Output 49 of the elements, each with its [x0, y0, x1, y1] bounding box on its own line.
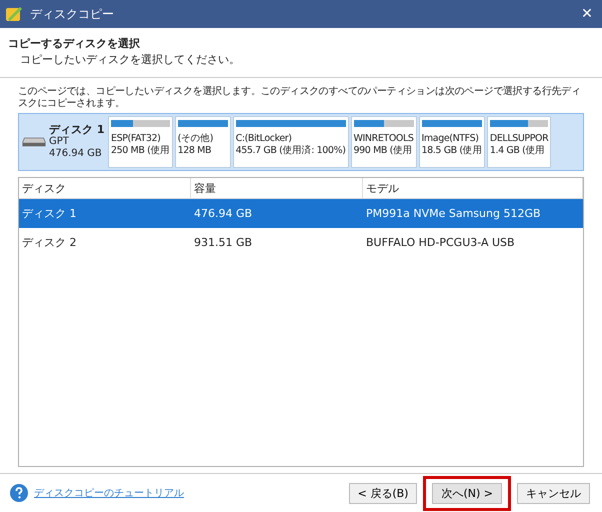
usage-bar [354, 120, 414, 127]
window-title: ディスクコピー [30, 6, 115, 22]
tutorial-link[interactable]: ディスクコピーのチュートリアル [34, 486, 184, 500]
partition-label: C:(BitLocker) [236, 133, 293, 145]
partition-label: ESP(FAT32) [111, 133, 162, 145]
table-cell-text: 931.51 GB [193, 236, 254, 249]
partition-block[interactable]: WINRETOOLS 990 MB (使用 [350, 116, 417, 168]
table-cell-text: PM991a NVMe Samsung 512GB [365, 207, 542, 220]
usage-bar [422, 120, 482, 127]
table-row[interactable]: ディスク 2 931.51 GB BUFFALO HD-PCGU3-A USB [19, 228, 583, 257]
partition-usage: 455.7 GB (使用済: 100%) [236, 145, 346, 157]
partition-label: Image(NTFS) [422, 133, 480, 145]
table-cell-text: 476.94 GB [193, 207, 254, 220]
description-text: このページでは、コピーしたいディスクを選択します。このディスクのすべてのパーティションは次のページで選択する行先ディスクにコピーされます。 [18, 86, 582, 110]
partition-block[interactable]: Image(NTFS) 18.5 GB (使用 [418, 116, 485, 168]
close-button[interactable]: ✕ [572, 0, 602, 28]
hard-drive-icon [22, 136, 46, 148]
partition-label: WINRETOOLS [354, 133, 414, 145]
disk-size: 476.94 GB [49, 148, 103, 160]
usage-bar [111, 120, 170, 127]
partition-label: DELLSUPPOR [490, 133, 548, 145]
column-header[interactable]: 容量 [191, 178, 363, 198]
partition-usage: 128 MB [178, 145, 212, 157]
usage-bar [490, 120, 548, 127]
partition-label: (その他) [178, 133, 214, 145]
table-cell-text: ディスク 1 [21, 206, 78, 221]
partition-block[interactable]: DELLSUPPOR 1.4 GB (使用 [486, 116, 552, 168]
disk-name: ディスク 1 [49, 124, 104, 136]
wizard-button[interactable]: < 戻る(B) [348, 482, 418, 504]
page-subheading: コピーしたいディスクを選択してください。 [19, 52, 241, 67]
wizard-button[interactable]: キャンセル [517, 482, 590, 504]
table-cell-text: BUFFALO HD-PCGU3-A USB [365, 236, 516, 249]
table-row[interactable]: ディスク 1 476.94 GB PM991a NVMe Samsung 512GB [19, 199, 583, 228]
page-heading: コピーするディスクを選択 [8, 36, 141, 51]
partition-usage: 18.5 GB (使用 [422, 145, 482, 157]
partition-block[interactable]: C:(BitLocker) 455.7 GB (使用済: 100%) [232, 116, 349, 168]
partition-scheme: GPT [49, 136, 70, 148]
partition-usage: 250 MB (使用 [111, 145, 170, 157]
partition-block[interactable]: (その他) 128 MB [174, 116, 231, 168]
partition-usage: 990 MB (使用 [354, 145, 414, 157]
usage-bar [178, 120, 228, 127]
help-icon [10, 484, 28, 502]
column-header[interactable]: モデル [363, 178, 583, 198]
table-cell-text: ディスク 2 [21, 235, 78, 250]
partition-block[interactable]: ESP(FAT32) 250 MB (使用 [108, 116, 173, 168]
column-header[interactable]: ディスク [19, 178, 191, 198]
partition-usage: 1.4 GB (使用 [490, 145, 546, 157]
wizard-button[interactable]: 次へ(N) > [432, 482, 502, 504]
app-logo-icon [4, 4, 24, 24]
